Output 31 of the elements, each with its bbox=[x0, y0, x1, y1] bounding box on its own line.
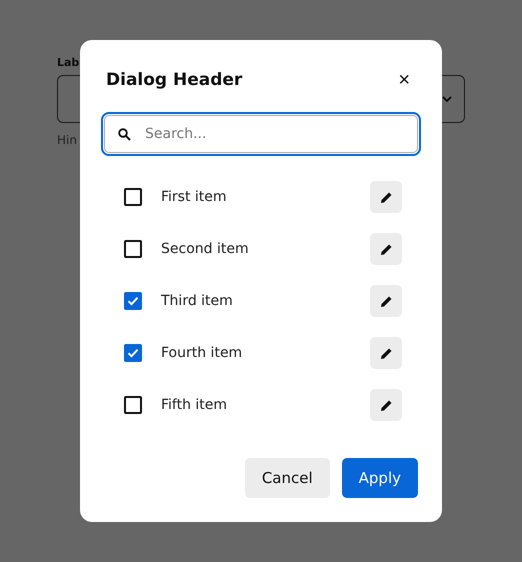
checkbox[interactable] bbox=[124, 188, 142, 206]
pencil-icon bbox=[380, 398, 392, 412]
checkbox[interactable] bbox=[124, 240, 142, 258]
field-label: Lab bbox=[57, 56, 80, 69]
cancel-button[interactable]: Cancel bbox=[244, 458, 330, 498]
pencil-icon bbox=[380, 190, 392, 204]
pencil-icon bbox=[380, 242, 392, 256]
apply-button[interactable]: Apply bbox=[342, 458, 418, 498]
dialog-title: Dialog Header bbox=[106, 70, 242, 90]
item-label: Second item bbox=[161, 241, 250, 257]
edit-button[interactable] bbox=[370, 181, 402, 213]
edit-button[interactable] bbox=[370, 233, 402, 265]
item-label: First item bbox=[161, 189, 228, 205]
checkbox[interactable] bbox=[124, 396, 142, 414]
pencil-icon bbox=[380, 294, 392, 308]
checkmark-icon bbox=[126, 294, 140, 308]
checkmark-icon bbox=[126, 346, 140, 360]
checkbox[interactable] bbox=[124, 292, 142, 310]
item-label: Fifth item bbox=[161, 397, 228, 413]
edit-button[interactable] bbox=[370, 389, 402, 421]
edit-button[interactable] bbox=[370, 337, 402, 369]
search-icon bbox=[118, 128, 131, 141]
caret-icon bbox=[442, 96, 452, 102]
item-label: Third item bbox=[161, 293, 234, 309]
close-button[interactable]: × bbox=[392, 68, 416, 92]
edit-button[interactable] bbox=[370, 285, 402, 317]
checkbox[interactable] bbox=[124, 344, 142, 362]
search-field[interactable]: Search... bbox=[104, 115, 418, 153]
pencil-icon bbox=[380, 346, 392, 360]
item-label: Fourth item bbox=[161, 345, 244, 361]
hint-text: Hin bbox=[57, 133, 77, 147]
